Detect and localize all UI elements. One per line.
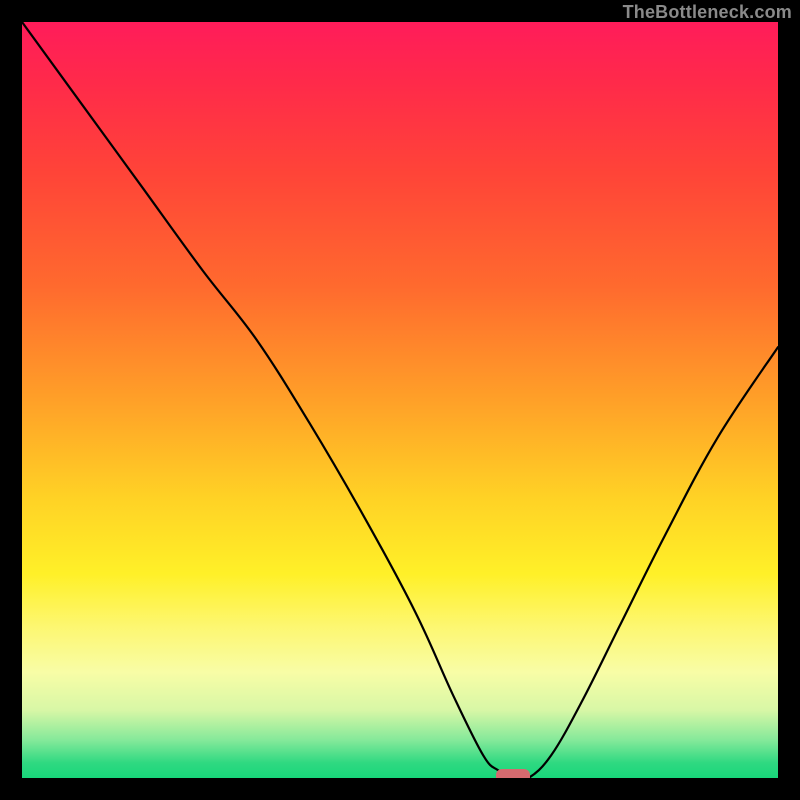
plot-area bbox=[22, 22, 778, 778]
watermark-text: TheBottleneck.com bbox=[623, 2, 792, 23]
optimal-marker bbox=[496, 769, 530, 778]
chart-stage: TheBottleneck.com bbox=[0, 0, 800, 800]
bottleneck-curve bbox=[22, 22, 778, 778]
bottleneck-curve-path bbox=[22, 22, 778, 778]
